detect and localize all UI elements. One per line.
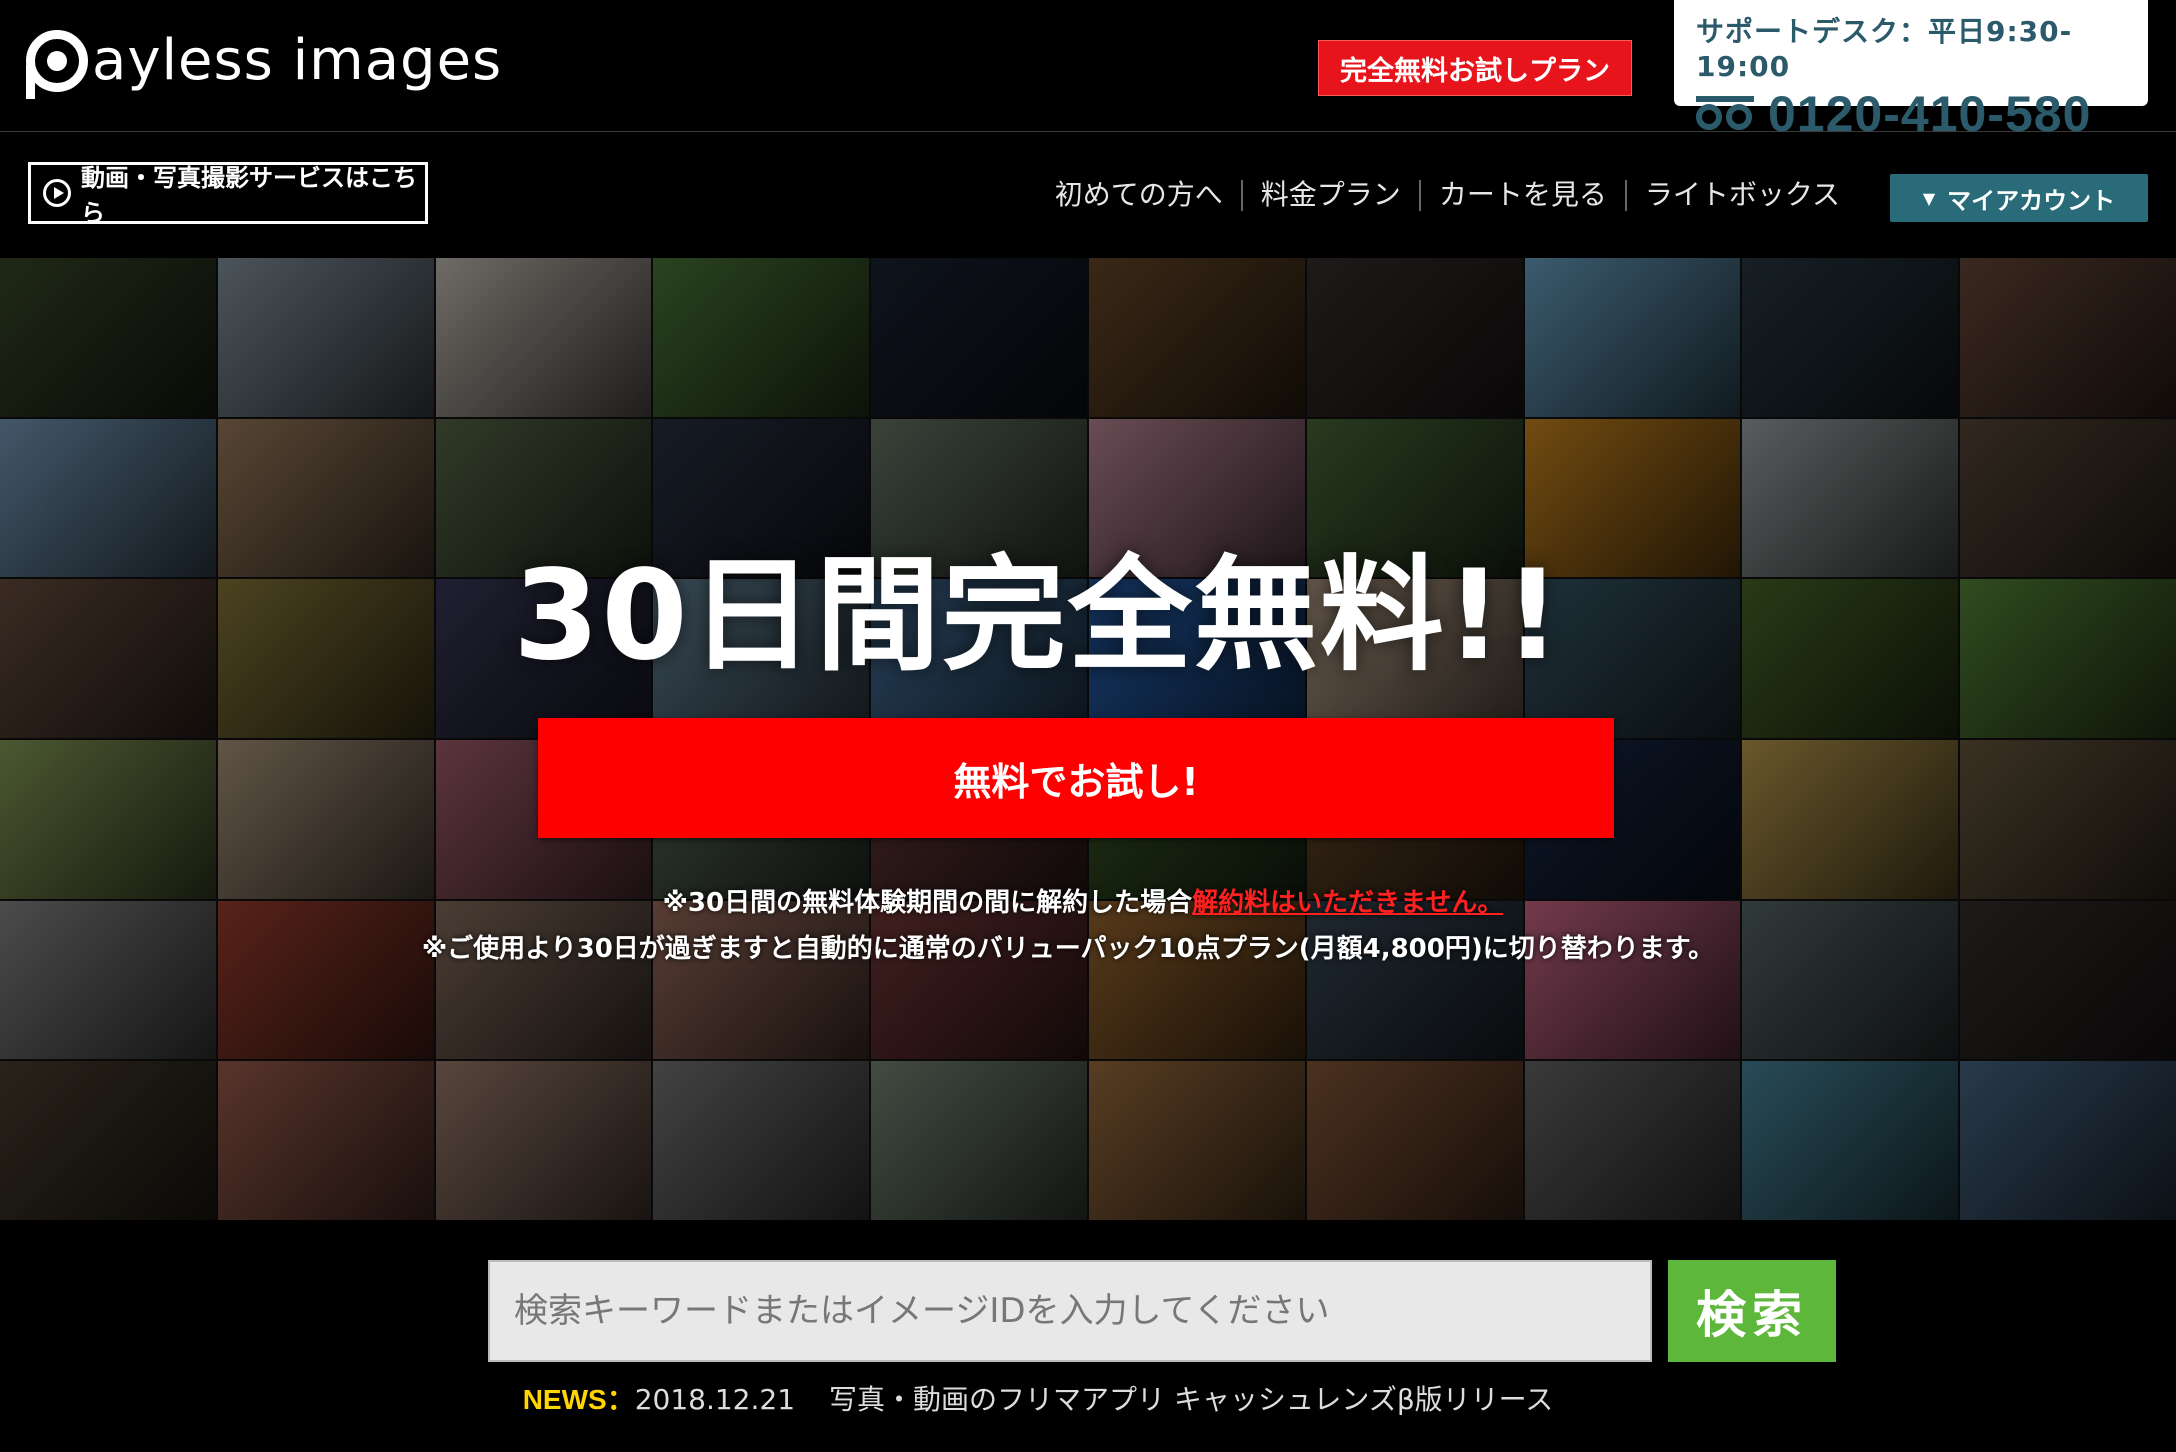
my-account-label: マイアカウント [1947,186,2116,215]
search-button[interactable]: 検索 [1668,1260,1836,1362]
search-input[interactable] [488,1260,1652,1362]
video-photo-service-button[interactable]: 動画・写真撮影サービスはこちら [28,162,428,227]
cancellation-note: ※30日間の無料体験期間の間に解約した場合解約料はいただきません。 [0,882,2176,919]
my-account-button[interactable]: ▼ マイアカウント [1890,174,2148,222]
logo-p-icon [26,30,88,99]
news-ticker: NEWS：2018.12.21 写真・動画のフリマアプリ キャッシュレンズβ版リリ… [0,1378,2176,1418]
nav-link-beginners[interactable]: 初めての方へ [1037,179,1243,211]
logo-text: ayless images [92,28,503,93]
site-logo[interactable]: ayless images [26,26,503,99]
no-cancellation-fee-link[interactable]: 解約料はいただきません。 [1192,888,1503,918]
nav-links: 初めての方へ 料金プラン カートを見る ライトボックス [1037,179,1858,211]
hero-banner: 30日間完全無料!! 無料でお試し! ※30日間の無料体験期間の間に解約した場合… [0,258,2176,1220]
top-header: ayless images 完全無料お試しプラン サポートデスク：平日9:30-… [0,0,2176,142]
hero-title: 30日間完全無料!! [513,544,1563,688]
nav-link-lightbox[interactable]: ライトボックス [1627,179,1858,211]
play-icon [43,179,71,207]
news-date: 2018.12.21 [634,1383,796,1416]
news-headline-link[interactable]: 写真・動画のフリマアプリ キャッシュレンズβ版リリース [829,1383,1553,1416]
auto-renewal-note: ※ご使用より30日が過ぎますと自動的に通常のバリューパック10点プラン(月額4,… [421,934,1715,964]
support-hours-label: サポートデスク：平日9:30-19:00 [1696,15,2073,83]
main-nav: 動画・写真撮影サービスはこちら 初めての方へ 料金プラン カートを見る ライトボ… [0,132,2176,258]
news-label: NEWS： [522,1384,635,1415]
free-trial-cta-button[interactable]: 無料でお試し! [538,718,1614,838]
nav-link-cart[interactable]: カートを見る [1421,179,1627,211]
search-section: 検索 NEWS：2018.12.21 写真・動画のフリマアプリ キャッシュレンズβ… [0,1220,2176,1452]
nav-link-pricing[interactable]: 料金プラン [1243,179,1421,211]
support-desk: サポートデスク：平日9:30-19:00 0120-410-580 [1674,0,2148,142]
caret-down-icon: ▼ [1922,188,1936,208]
service-link-label: 動画・写真撮影サービスはこちら [81,164,417,227]
cancellation-note-text: ※30日間の無料体験期間の間に解約した場合 [662,888,1193,918]
freedial-icon [1696,96,1754,132]
free-trial-plan-button[interactable]: 完全無料お試しプラン [1318,40,1632,96]
